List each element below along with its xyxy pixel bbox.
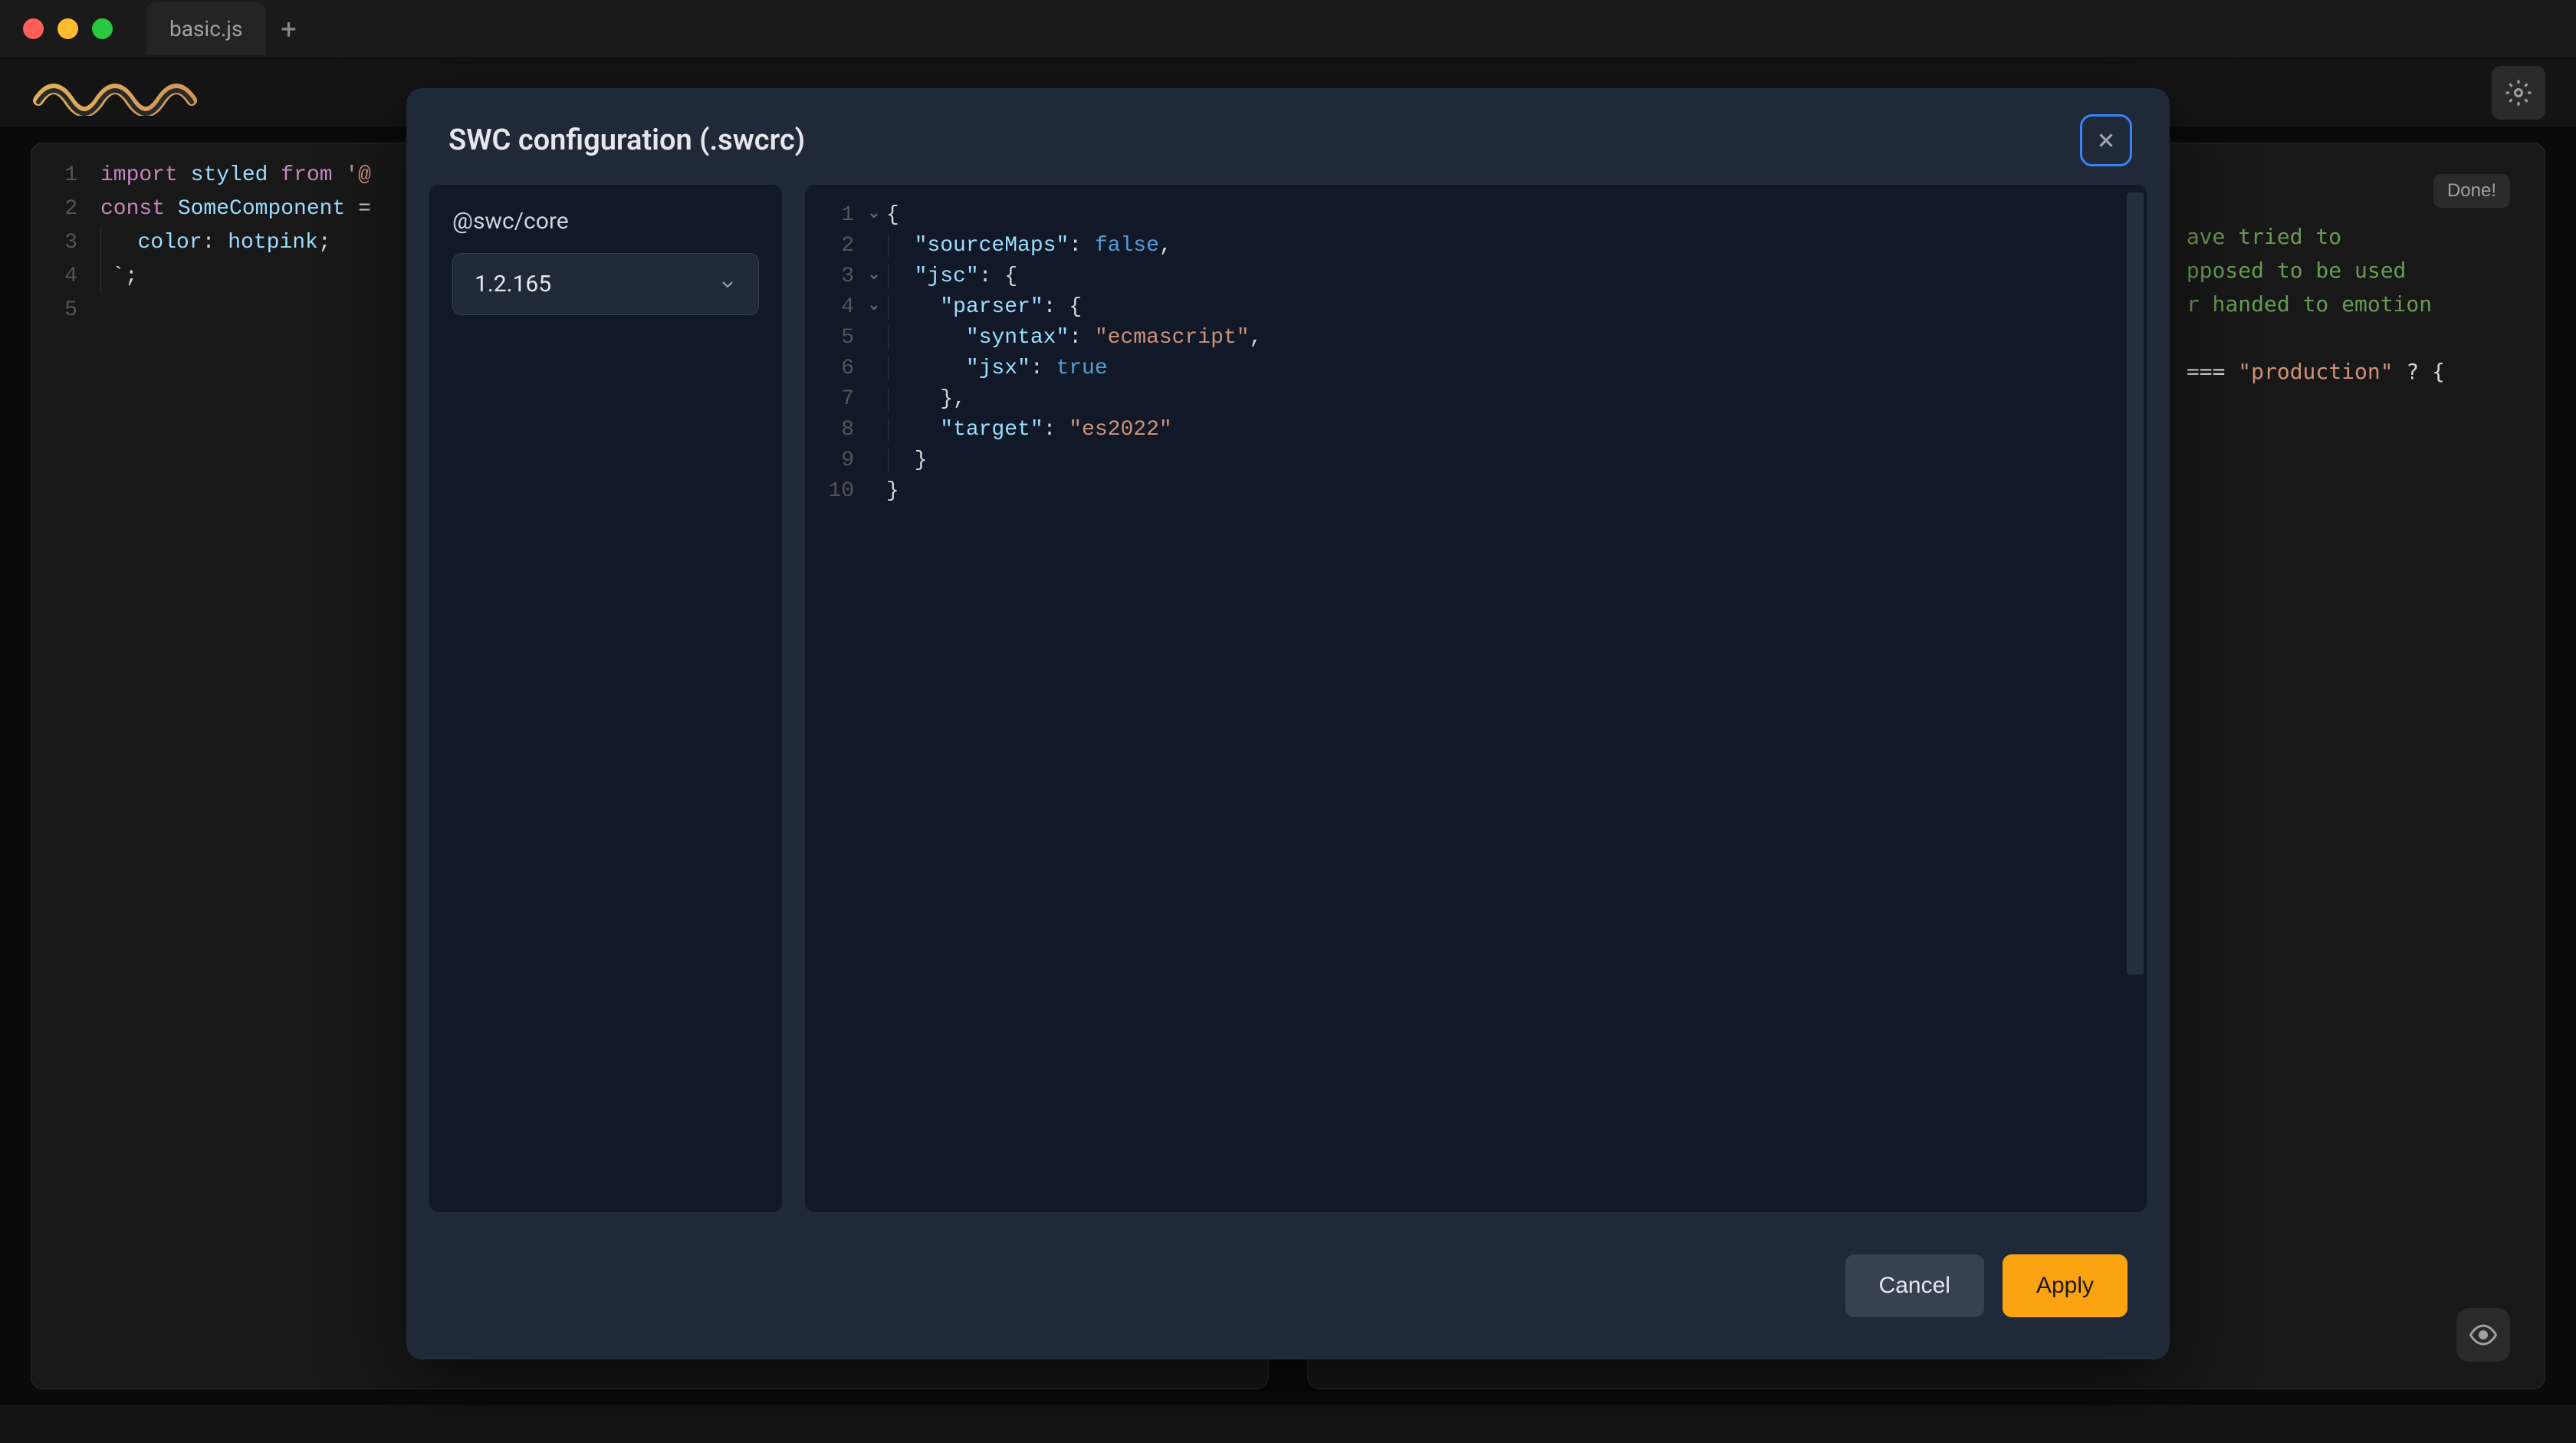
editor-line: 10} bbox=[805, 476, 2147, 507]
line-number: 1 bbox=[805, 200, 868, 231]
editor-line: 8 "target": "es2022" bbox=[805, 415, 2147, 445]
fold-gutter bbox=[868, 384, 886, 415]
apply-button[interactable]: Apply bbox=[2003, 1254, 2128, 1317]
package-label: @swc/core bbox=[452, 208, 759, 235]
close-icon bbox=[2095, 129, 2118, 152]
line-number: 6 bbox=[805, 353, 868, 384]
editor-line: 6 "jsx": true bbox=[805, 353, 2147, 384]
line-number: 5 bbox=[805, 323, 868, 353]
fold-gutter bbox=[868, 353, 886, 384]
swc-config-modal: SWC configuration (.swcrc) @swc/core 1.2… bbox=[406, 88, 2170, 1359]
line-content: }, bbox=[886, 384, 2147, 415]
close-modal-button[interactable] bbox=[2085, 119, 2128, 162]
modal-header: SWC configuration (.swcrc) bbox=[406, 88, 2170, 185]
line-number: 7 bbox=[805, 384, 868, 415]
chevron-down-icon bbox=[718, 275, 737, 294]
config-editor[interactable]: 1{2 "sourceMaps": false,3 "jsc": {4 "par… bbox=[805, 185, 2147, 1212]
version-value: 1.2.165 bbox=[475, 271, 551, 297]
chevron-down-icon bbox=[868, 209, 880, 222]
editor-line: 3 "jsc": { bbox=[805, 261, 2147, 292]
scrollbar-thumb[interactable] bbox=[2127, 192, 2144, 975]
version-select[interactable]: 1.2.165 bbox=[452, 253, 759, 315]
line-content: "parser": { bbox=[886, 292, 2147, 323]
modal-footer: Cancel Apply bbox=[406, 1235, 2170, 1359]
fold-gutter[interactable] bbox=[868, 200, 886, 231]
chevron-down-icon bbox=[868, 301, 880, 314]
fold-gutter[interactable] bbox=[868, 261, 886, 292]
line-number: 3 bbox=[805, 261, 868, 292]
editor-line: 9 } bbox=[805, 445, 2147, 476]
fold-gutter[interactable] bbox=[868, 292, 886, 323]
fold-gutter bbox=[868, 476, 886, 507]
line-number: 2 bbox=[805, 231, 868, 261]
line-content: "target": "es2022" bbox=[886, 415, 2147, 445]
fold-gutter bbox=[868, 231, 886, 261]
editor-line: 5 "syntax": "ecmascript", bbox=[805, 323, 2147, 353]
line-content: "syntax": "ecmascript", bbox=[886, 323, 2147, 353]
editor-line: 7 }, bbox=[805, 384, 2147, 415]
line-content: } bbox=[886, 476, 2147, 507]
line-content: "jsc": { bbox=[886, 261, 2147, 292]
line-content: "sourceMaps": false, bbox=[886, 231, 2147, 261]
modal-overlay: SWC configuration (.swcrc) @swc/core 1.2… bbox=[0, 0, 2576, 1443]
fold-gutter bbox=[868, 415, 886, 445]
editor-line: 2 "sourceMaps": false, bbox=[805, 231, 2147, 261]
editor-line: 1{ bbox=[805, 200, 2147, 231]
line-content: { bbox=[886, 200, 2147, 231]
line-number: 8 bbox=[805, 415, 868, 445]
editor-line: 4 "parser": { bbox=[805, 292, 2147, 323]
cancel-button[interactable]: Cancel bbox=[1845, 1254, 1984, 1317]
line-content: } bbox=[886, 445, 2147, 476]
modal-sidebar: @swc/core 1.2.165 bbox=[429, 185, 782, 1212]
line-content: "jsx": true bbox=[886, 353, 2147, 384]
fold-gutter bbox=[868, 445, 886, 476]
modal-title: SWC configuration (.swcrc) bbox=[449, 123, 805, 157]
chevron-down-icon bbox=[868, 271, 880, 283]
apply-label: Apply bbox=[2036, 1273, 2094, 1298]
line-number: 10 bbox=[805, 476, 868, 507]
cancel-label: Cancel bbox=[1879, 1273, 1950, 1298]
line-number: 9 bbox=[805, 445, 868, 476]
fold-gutter bbox=[868, 323, 886, 353]
modal-body: @swc/core 1.2.165 1{2 "sourceMaps": fals… bbox=[406, 185, 2170, 1235]
line-number: 4 bbox=[805, 292, 868, 323]
